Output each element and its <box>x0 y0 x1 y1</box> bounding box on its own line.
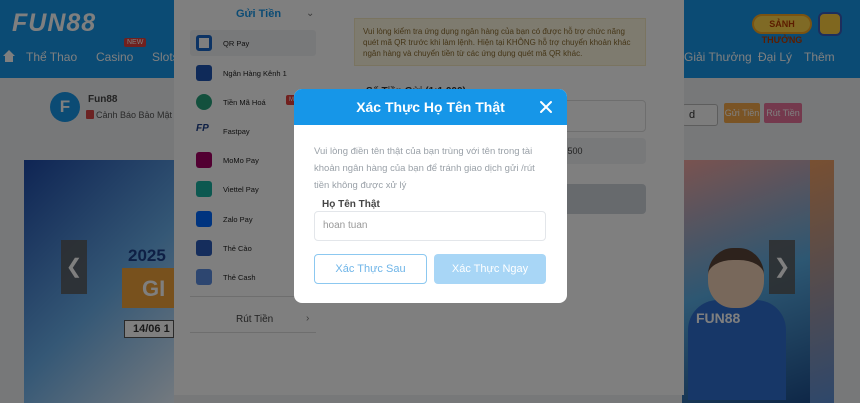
real-name-label: Họ Tên Thật <box>322 199 380 210</box>
modal-header: Xác Thực Họ Tên Thật <box>294 89 567 125</box>
close-icon[interactable] <box>538 99 554 115</box>
real-name-input[interactable]: hoan tuan <box>314 211 546 241</box>
modal-description: Vui lòng điền tên thật của bạn trùng với… <box>314 146 535 191</box>
verify-now-button[interactable]: Xác Thực Ngay <box>434 254 546 284</box>
modal-title: Xác Thực Họ Tên Thật <box>356 99 505 115</box>
real-name-modal: Xác Thực Họ Tên Thật Vui lòng điền tên t… <box>294 89 567 303</box>
verify-later-button[interactable]: Xác Thực Sau <box>314 254 427 284</box>
